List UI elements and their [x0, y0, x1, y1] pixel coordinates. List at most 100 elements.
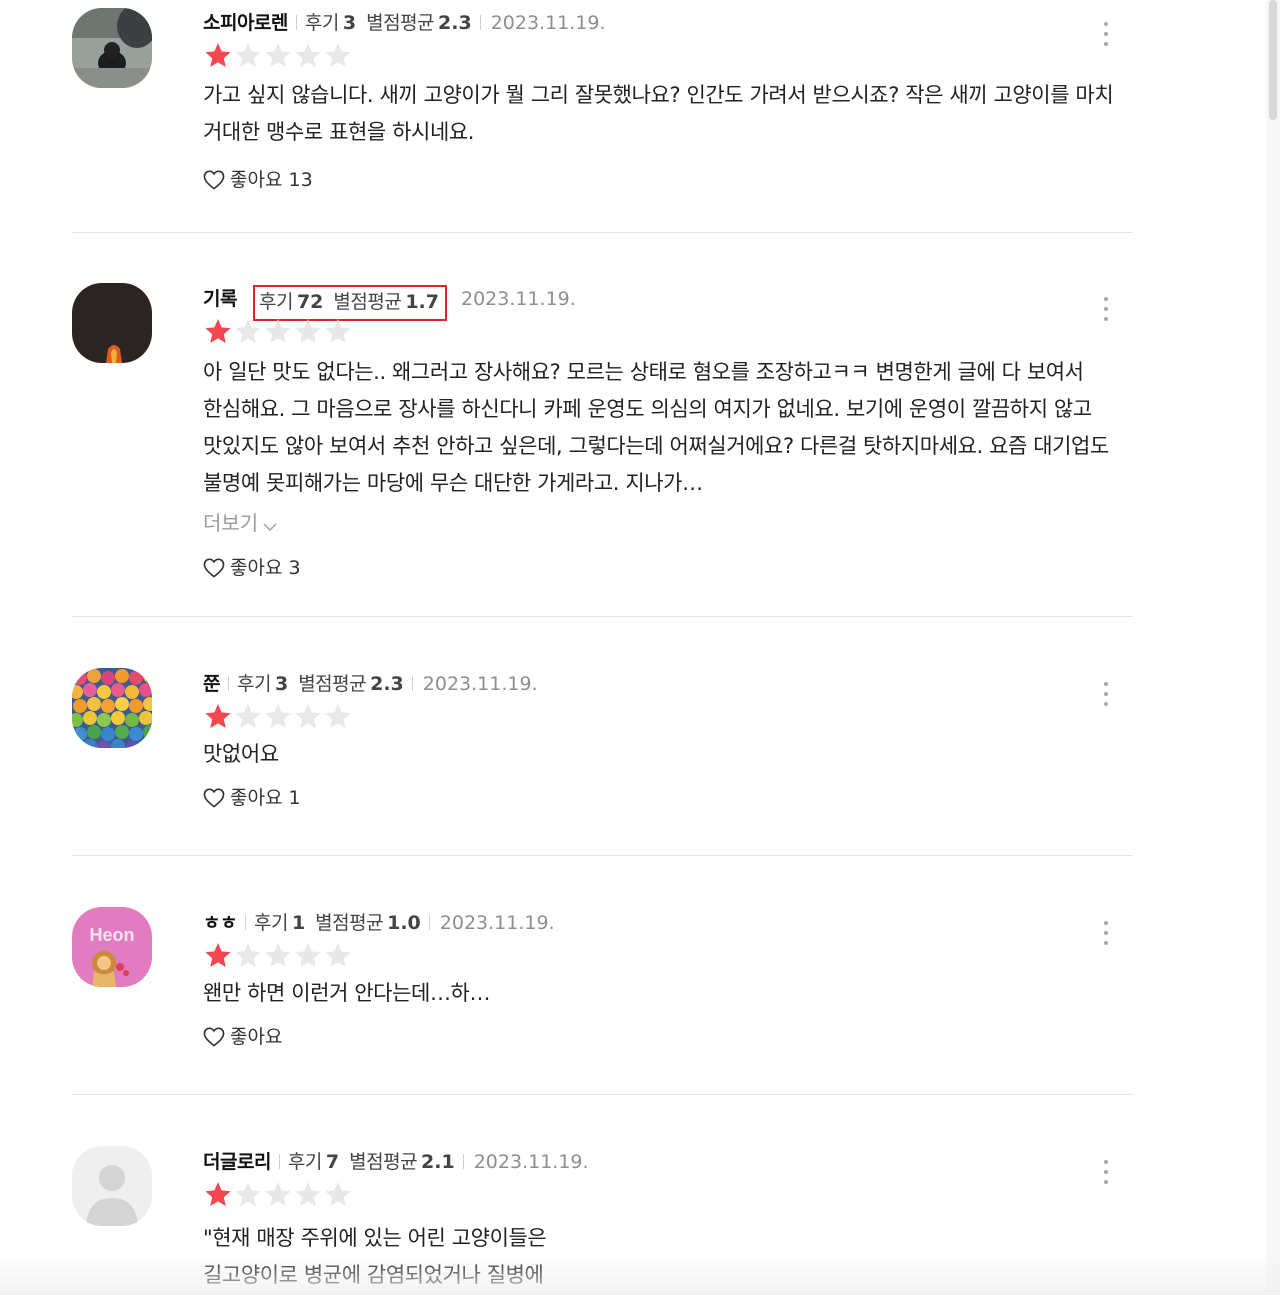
star-filled-icon [203, 941, 233, 969]
more-options-icon[interactable] [1096, 678, 1116, 714]
meta-divider [428, 915, 430, 930]
review-meta: 기록 후기 72 별점평균 1.7 2023.11.19. [203, 284, 1118, 321]
star-rating [203, 941, 1118, 971]
review-count: 3 [274, 673, 289, 695]
review-count: 7 [325, 1151, 340, 1173]
review-count-label: 후기 [253, 912, 288, 934]
review-count-label: 후기 [236, 673, 271, 695]
star-rating [203, 1180, 1118, 1210]
star-empty-icon [323, 317, 353, 345]
heon-character-avatar[interactable]: Heon [72, 907, 152, 987]
cat-photo-avatar[interactable] [72, 8, 152, 88]
star-empty-icon [293, 941, 323, 969]
more-options-icon[interactable] [1096, 18, 1116, 54]
dark-photo-avatar[interactable] [72, 283, 152, 363]
rating-avg: 1.7 [405, 291, 439, 313]
star-filled-icon [203, 41, 233, 69]
more-button[interactable]: 더보기 [203, 508, 1118, 538]
review-text: 가고 싶지 않습니다. 새끼 고양이가 뭘 그리 잘못했나요? 인간도 가려서 … [203, 83, 1114, 144]
review-divider [72, 1094, 1133, 1095]
star-empty-icon [293, 317, 323, 345]
default-user-avatar[interactable] [72, 1146, 152, 1226]
star-filled-icon [203, 702, 233, 730]
star-filled-icon [203, 317, 233, 345]
rating-avg-label: 별점평균 [298, 673, 367, 695]
like-label: 좋아요 [230, 1026, 283, 1048]
review-text: 왠만 하면 이런거 안다는데…하… [203, 981, 491, 1005]
star-empty-icon [233, 1180, 263, 1208]
review-date: 2023.11.19. [422, 673, 538, 695]
star-empty-icon [293, 41, 323, 69]
meta-divider [278, 1154, 280, 1169]
like-count: 3 [288, 557, 301, 579]
star-empty-icon [263, 941, 293, 969]
like-count: 13 [288, 169, 313, 191]
rating-avg-label: 별점평균 [315, 912, 384, 934]
review-text: 아 일단 맛도 없다는.. 왜그러고 장사해요? 모르는 상태로 혐오를 조장하… [203, 360, 1109, 495]
more-options-icon[interactable] [1096, 1156, 1116, 1192]
review-count-label: 후기 [287, 1151, 322, 1173]
star-empty-icon [233, 41, 263, 69]
review-count: 72 [296, 291, 324, 313]
star-empty-icon [323, 41, 353, 69]
star-empty-icon [263, 41, 293, 69]
reviewer-nickname[interactable]: 기록 [203, 288, 237, 310]
review-divider [72, 616, 1133, 617]
reviewer-nickname[interactable]: 소피아로렌 [203, 12, 288, 34]
like-button[interactable]: 좋아요 1 [203, 783, 1118, 813]
like-button[interactable]: 좋아요 [203, 1022, 1118, 1052]
star-empty-icon [263, 702, 293, 730]
review-date: 2023.11.19. [473, 1151, 589, 1173]
review-count-label: 후기 [304, 12, 339, 34]
star-empty-icon [323, 1180, 353, 1208]
review-meta: 더글로리 후기 7 별점평균 2.1 2023.11.19. [203, 1147, 1118, 1177]
star-filled-icon [203, 1180, 233, 1208]
meta-divider [244, 915, 246, 930]
rating-avg: 2.3 [370, 673, 404, 695]
rating-avg: 1.0 [387, 912, 421, 934]
review-date: 2023.11.19. [460, 288, 576, 310]
lanterns-photo-avatar[interactable] [72, 668, 152, 748]
reviewer-nickname[interactable]: ㅎㅎ [203, 912, 237, 934]
meta-divider [227, 676, 229, 691]
star-rating [203, 317, 1118, 347]
heart-icon [203, 1026, 225, 1056]
review-count-label: 후기 [258, 291, 293, 313]
review-date: 2023.11.19. [439, 912, 555, 934]
star-rating [203, 702, 1118, 732]
like-button[interactable]: 좋아요 3 [203, 553, 1118, 583]
like-button[interactable]: 좋아요 13 [203, 165, 1118, 195]
star-rating [203, 41, 1118, 71]
more-options-icon[interactable] [1096, 293, 1116, 329]
review-count: 3 [342, 12, 357, 34]
star-empty-icon [263, 1180, 293, 1208]
review-count: 1 [291, 912, 306, 934]
like-label: 좋아요 [230, 557, 283, 579]
bottom-fade [0, 1255, 1280, 1295]
star-empty-icon [323, 941, 353, 969]
scrollbar[interactable] [1266, 0, 1280, 1295]
heart-icon [203, 787, 225, 817]
avatar-text: Heon [90, 925, 135, 945]
review-text: 맛없어요 [203, 742, 279, 766]
star-empty-icon [293, 702, 323, 730]
star-empty-icon [233, 702, 263, 730]
star-empty-icon [263, 317, 293, 345]
rating-avg-label: 별점평균 [349, 1151, 418, 1173]
meta-divider [479, 15, 481, 30]
like-label: 좋아요 [230, 787, 283, 809]
rating-avg: 2.1 [421, 1151, 455, 1173]
reviewer-nickname[interactable]: 쭌 [203, 673, 220, 695]
review-meta: ㅎㅎ 후기 1 별점평균 1.0 2023.11.19. [203, 908, 1118, 938]
meta-divider [411, 676, 413, 691]
rating-avg-label: 별점평균 [333, 291, 402, 313]
meta-divider [462, 1154, 464, 1169]
chevron-down-icon [262, 510, 278, 540]
more-options-icon[interactable] [1096, 917, 1116, 953]
like-label: 좋아요 [230, 169, 283, 191]
like-count: 1 [288, 787, 301, 809]
scrollbar-thumb[interactable] [1269, 0, 1277, 120]
reviewer-nickname[interactable]: 더글로리 [203, 1151, 271, 1173]
star-empty-icon [233, 317, 263, 345]
review-divider [72, 232, 1133, 233]
